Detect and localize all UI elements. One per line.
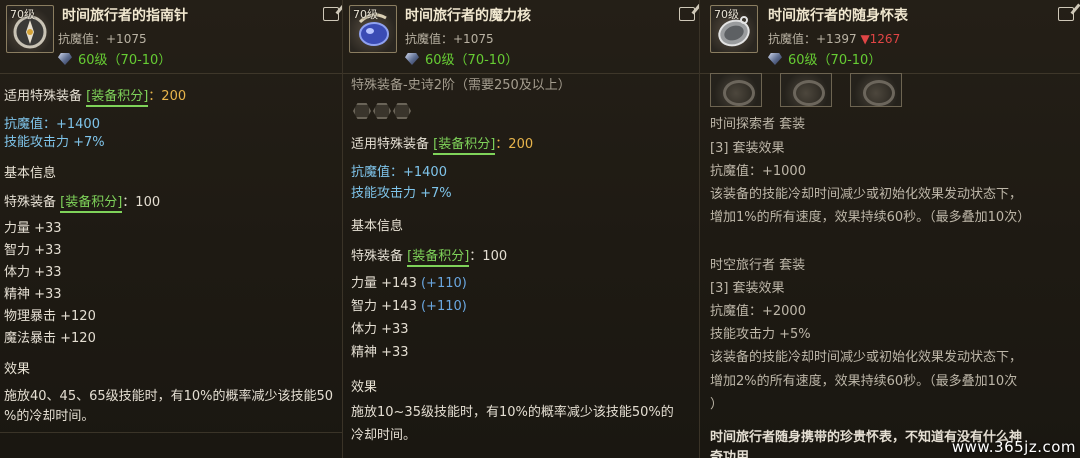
stat-value: ：100 xyxy=(122,195,161,210)
stat-bonus: (+110) xyxy=(420,299,467,314)
gem-icon xyxy=(405,53,419,65)
set-effect-line: ） xyxy=(710,397,724,412)
stat-label: 适用特殊装备 xyxy=(4,89,87,104)
set-effect-line: 增加1%的所有速度，效果持续60秒。（最多叠加10次） xyxy=(710,210,1031,225)
level-badge: 70级 xyxy=(10,8,35,21)
set-name: 时空旅行者 套装 xyxy=(710,258,806,273)
gem-icon xyxy=(768,53,782,65)
section-heading: 效果 xyxy=(351,380,378,395)
stat-bonus: (+110) xyxy=(420,276,467,291)
effect-text: 冷却时间。 xyxy=(351,428,417,443)
stat-label: 适用特殊装备 xyxy=(351,137,434,152)
item-tooltip-pocket-watch: 70级 时间旅行者的随身怀表 抗魔值：+1397 ▼1267 60级（70-10… xyxy=(700,0,1080,458)
stat-line: 适用特殊装备 [装备积分]：200 xyxy=(351,137,534,155)
stat-line: 魔法暴击 +120 xyxy=(4,331,96,346)
watermark: www.365jz.com xyxy=(951,438,1076,456)
stat-line: 体力 +33 xyxy=(4,265,62,280)
level-badge: 70级 xyxy=(714,8,739,21)
set-item-thumbnail[interactable] xyxy=(780,73,832,107)
stat-label: 力量 +143 xyxy=(351,276,421,291)
resist-value: 抗魔值：+1075 xyxy=(58,32,147,46)
stat-value: ：200 xyxy=(148,89,187,104)
tooltip-header: 70级 时间旅行者的指南针 抗魔值：+1075 60级（70-10） xyxy=(0,0,342,72)
gem-level-text: 60级（70-10） xyxy=(425,53,519,68)
tier-text: 特殊装备-史诗2阶（需要250及以上） xyxy=(351,78,571,93)
item-name: 时间旅行者的魔力核 xyxy=(405,8,531,24)
stat-value: ：100 xyxy=(469,249,508,264)
item-name: 时间旅行者的随身怀表 xyxy=(768,8,908,24)
set-effect-line: 技能攻击力 +5% xyxy=(710,327,811,342)
socket-icon xyxy=(393,103,411,119)
tooltip-header: 70级 时间旅行者的魔力核 抗魔值：+1075 60级（70-10） xyxy=(343,0,699,72)
set-effect-line: 增加2%的所有速度，效果持续60秒。（最多叠加10次 xyxy=(710,374,1018,389)
equip-score-tag[interactable]: [装备积分] xyxy=(60,195,123,213)
flavor-text: 奇功用 xyxy=(710,450,750,458)
magic-core-icon: 70级 xyxy=(349,5,397,53)
stat-label: 特殊装备 xyxy=(351,249,408,264)
divider xyxy=(0,432,342,433)
item-tooltip-compass: 70级 时间旅行者的指南针 抗魔值：+1075 60级（70-10） 适用特殊装… xyxy=(0,0,343,458)
resist-value: 抗魔值：+1075 xyxy=(405,32,494,46)
set-effect-heading: [3] 套装效果 xyxy=(710,281,785,296)
stat-line: 物理暴击 +120 xyxy=(4,309,96,324)
section-heading: 效果 xyxy=(4,362,31,377)
effect-text: 施放40、45、65级技能时，有10%的概率减少该技能50 xyxy=(4,389,334,404)
stat-line: 智力 +143 (+110) xyxy=(351,299,467,315)
compass-icon: 70级 xyxy=(6,5,54,53)
equip-score-tag[interactable]: [装备积分] xyxy=(86,89,149,107)
equip-score-tag[interactable]: [装备积分] xyxy=(433,137,496,155)
set-effect-line: 抗魔值：+1000 xyxy=(710,164,806,179)
set-effect-line: 该装备的技能冷却时间减少或初始化效果发动状态下， xyxy=(710,187,1023,202)
stat-label: 特殊装备 xyxy=(4,195,61,210)
equip-score-tag[interactable]: [装备积分] xyxy=(407,249,470,267)
stat-label: 智力 +143 xyxy=(351,299,421,314)
divider xyxy=(343,73,699,74)
level-badge: 70级 xyxy=(353,8,378,21)
stat-line: 力量 +33 xyxy=(4,221,62,236)
socket-row xyxy=(353,103,413,123)
stat-line: 力量 +143 (+110) xyxy=(351,276,467,292)
tooltip-header: 70级 时间旅行者的随身怀表 抗魔值：+1397 ▼1267 60级（70-10… xyxy=(700,0,1080,72)
set-effect-line: 抗魔值：+2000 xyxy=(710,304,806,319)
gem-icon xyxy=(58,53,72,65)
item-name: 时间旅行者的指南针 xyxy=(62,8,188,24)
stat-line: 抗魔值：+1400 xyxy=(351,165,447,180)
resist-text: 抗魔值：+1397 xyxy=(768,32,857,46)
gem-level: 60级（70-10） xyxy=(58,49,171,68)
set-name: 时间探索者 套装 xyxy=(710,117,806,132)
set-item-thumbnail[interactable] xyxy=(850,73,902,107)
section-heading: 基本信息 xyxy=(351,219,404,234)
effect-text: 施放10~35级技能时，有10%的概率减少该技能50%的 xyxy=(351,405,674,420)
stat-value: ：200 xyxy=(495,137,534,152)
set-effect-line: 该装备的技能冷却时间减少或初始化效果发动状态下， xyxy=(710,350,1023,365)
set-item-thumbnail[interactable] xyxy=(710,73,762,107)
stat-line: 体力 +33 xyxy=(351,322,409,337)
share-icon[interactable] xyxy=(679,7,695,21)
divider xyxy=(0,73,342,74)
gem-level: 60级（70-10） xyxy=(768,49,881,68)
stat-line: 适用特殊装备 [装备积分]：200 xyxy=(4,89,187,107)
effect-text: %的冷却时间。 xyxy=(4,409,95,424)
stat-line: 特殊装备 [装备积分]：100 xyxy=(4,195,161,213)
socket-icon xyxy=(373,103,391,119)
stat-line: 精神 +33 xyxy=(351,345,409,360)
stat-line: 精神 +33 xyxy=(4,287,62,302)
resist-value: 抗魔值：+1397 ▼1267 xyxy=(768,30,900,47)
stat-line: 特殊装备 [装备积分]：100 xyxy=(351,249,508,267)
stat-line: 技能攻击力 +7% xyxy=(4,135,105,150)
gem-level-text: 60级（70-10） xyxy=(78,53,172,68)
stat-line: 智力 +33 xyxy=(4,243,62,258)
gem-level: 60级（70-10） xyxy=(405,49,518,68)
item-tooltip-magic-core: 70级 时间旅行者的魔力核 抗魔值：+1075 60级（70-10） 特殊装备-… xyxy=(343,0,700,458)
section-heading: 基本信息 xyxy=(4,166,57,181)
share-icon[interactable] xyxy=(323,7,339,21)
gem-level-text: 60级（70-10） xyxy=(788,53,882,68)
share-icon[interactable] xyxy=(1058,7,1074,21)
set-effect-heading: [3] 套装效果 xyxy=(710,141,785,156)
stat-line: 抗魔值：+1400 xyxy=(4,117,100,132)
socket-icon xyxy=(353,103,371,119)
pocket-watch-icon: 70级 xyxy=(710,5,758,53)
resist-diff: ▼1267 xyxy=(860,32,901,46)
stat-line: 技能攻击力 +7% xyxy=(351,186,452,201)
